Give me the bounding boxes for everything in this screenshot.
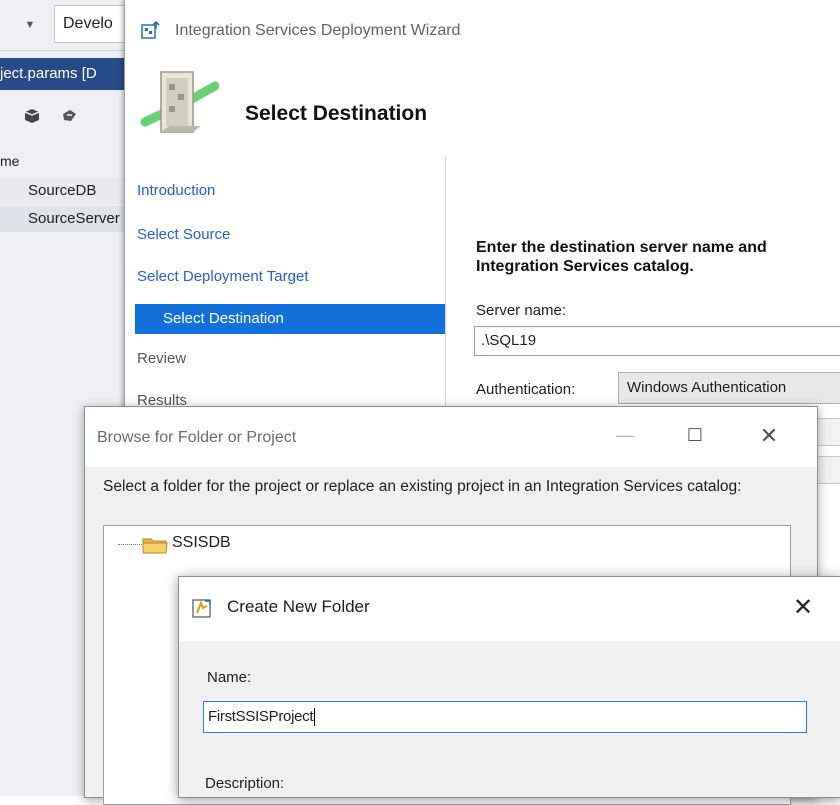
text-caret <box>314 708 316 727</box>
param-row-source-db[interactable]: SourceDB <box>0 178 130 204</box>
maximize-button[interactable]: ☐ <box>675 425 715 453</box>
destination-instructions-line2: Integration Services catalog. <box>476 258 694 275</box>
add-parameter-icon[interactable] <box>22 109 59 130</box>
nav-select-destination[interactable]: Select Destination <box>135 304 445 334</box>
wizard-page-header: Select Destination <box>125 58 840 157</box>
delete-parameter-icon[interactable] <box>59 110 79 130</box>
create-new-folder-dialog: Create New Folder ✕ Name: FirstSSISProje… <box>178 576 840 798</box>
new-folder-close-button[interactable]: ✕ <box>783 593 823 623</box>
wizard-title: Integration Services Deployment Wizard <box>175 22 461 39</box>
grid-column-name-header: me <box>0 153 20 169</box>
nav-review[interactable]: Review <box>137 346 186 372</box>
new-folder-app-icon <box>191 597 213 619</box>
project-params-tab-label: ject.params [D <box>0 65 97 82</box>
nav-introduction[interactable]: Introduction <box>137 178 215 204</box>
new-folder-title: Create New Folder <box>227 597 370 616</box>
close-button[interactable]: ✕ <box>749 423 789 453</box>
folder-name-label: Name: <box>207 669 252 686</box>
nav-select-deployment-target[interactable]: Select Deployment Target <box>137 264 308 290</box>
authentication-select[interactable]: Windows Authentication <box>618 372 840 404</box>
server-name-label: Server name: <box>476 302 567 319</box>
project-params-tab[interactable]: ject.params [D <box>0 58 130 90</box>
nav-select-destination-label: Select Destination <box>163 310 284 327</box>
param-row-source-server[interactable]: SourceServer <box>0 206 130 232</box>
wizard-app-icon <box>141 20 161 40</box>
deployment-wizard-banner-icon <box>139 64 220 144</box>
folder-name-input[interactable]: FirstSSISProject <box>203 701 807 733</box>
wizard-titlebar: Integration Services Deployment Wizard <box>125 0 840 58</box>
nav-select-source[interactable]: Select Source <box>137 222 230 248</box>
destination-instructions-line1: Enter the destination server name and <box>476 239 767 256</box>
destination-instructions: Enter the destination server name and In… <box>476 238 840 276</box>
browse-instructions: Select a folder for the project or repla… <box>103 478 742 495</box>
dropdown-arrow-icon[interactable]: ▼ <box>14 8 46 42</box>
tree-node-ssisdb[interactable]: SSISDB <box>172 532 231 554</box>
params-toolbar-icons <box>22 106 79 130</box>
solution-config-combo[interactable]: Develo <box>54 5 130 43</box>
authentication-label: Authentication: <box>476 381 576 398</box>
server-name-input[interactable]: .\SQL19 <box>474 326 840 356</box>
folder-description-label: Description: <box>205 775 285 792</box>
new-folder-titlebar: Create New Folder ✕ <box>179 577 840 641</box>
browse-dialog-titlebar: Browse for Folder or Project — ☐ ✕ <box>85 407 817 467</box>
browse-dialog-title: Browse for Folder or Project <box>97 429 297 446</box>
wizard-page-title: Select Destination <box>245 102 428 125</box>
folder-name-value: FirstSSISProject <box>208 708 314 725</box>
minimize-button[interactable]: — <box>605 425 645 453</box>
folder-icon <box>142 535 168 555</box>
